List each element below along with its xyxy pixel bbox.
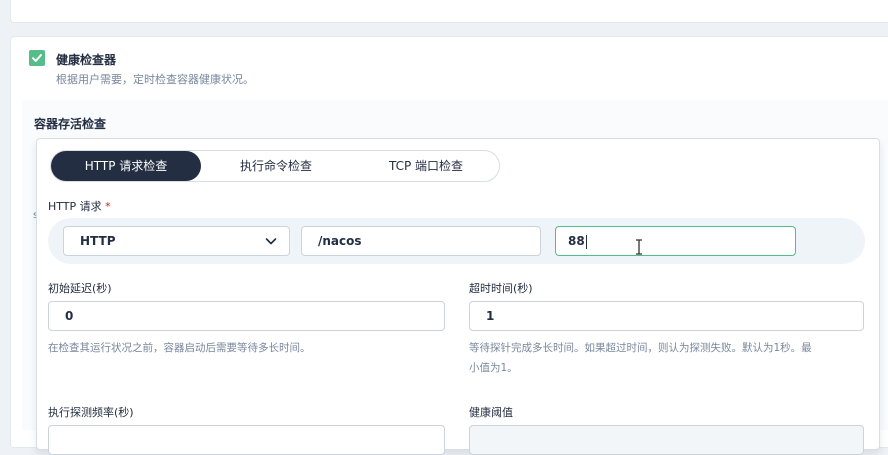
health-checker-title: 健康检查器 — [56, 53, 117, 67]
timeout-label: 超时时间(秒) — [469, 282, 533, 295]
protocol-value: HTTP — [80, 234, 116, 248]
liveness-check-title: 容器存活检查 — [34, 117, 107, 131]
port-value: 88 — [568, 234, 585, 248]
timeout-value: 1 — [486, 309, 495, 323]
http-request-label-text: HTTP 请求 — [48, 200, 102, 213]
text-caret — [585, 234, 587, 249]
timeout-help-line-1: 等待探针完成多长时间。如果超过时间，则认为探测失败。默认为1秒。最 — [469, 342, 812, 354]
tab-tcp-port[interactable]: TCP 端口检查 — [351, 151, 501, 181]
chevron-down-icon — [265, 238, 277, 245]
required-mark: * — [105, 200, 111, 213]
health-checker-checkbox[interactable] — [29, 50, 45, 66]
timeout-help-line-2: 小值为1。 — [469, 362, 518, 374]
probe-type-tabs: HTTP 请求检查 执行命令检查 TCP 端口检查 — [50, 150, 500, 182]
timeout-input[interactable]: 1 — [469, 301, 864, 331]
initial-delay-input[interactable]: 0 — [48, 301, 445, 331]
period-input[interactable] — [48, 425, 445, 455]
path-input[interactable]: /nacos — [301, 226, 541, 256]
success-threshold-label: 健康阈值 — [469, 406, 513, 419]
tab-http-request[interactable]: HTTP 请求检查 — [51, 151, 201, 181]
probe-config-card — [36, 138, 880, 450]
success-threshold-input[interactable] — [469, 425, 864, 455]
path-value: /nacos — [318, 234, 362, 248]
initial-delay-help: 在检查其运行状况之前，容器启动后需要等待多长时间。 — [48, 342, 311, 354]
initial-delay-label: 初始延迟(秒) — [48, 282, 112, 295]
previous-section-card — [10, 0, 888, 23]
health-checker-description: 根据用户需要，定时检查容器健康状况。 — [56, 73, 254, 86]
text-cursor-icon — [636, 239, 642, 255]
period-label: 执行探测频率(秒) — [48, 406, 134, 419]
protocol-select[interactable]: HTTP — [63, 226, 290, 256]
tab-exec-command[interactable]: 执行命令检查 — [206, 151, 346, 181]
checkmark-icon — [32, 54, 42, 62]
http-request-label: HTTP 请求 * — [48, 198, 111, 214]
port-input[interactable]: 88 — [555, 226, 796, 256]
initial-delay-value: 0 — [65, 309, 74, 323]
